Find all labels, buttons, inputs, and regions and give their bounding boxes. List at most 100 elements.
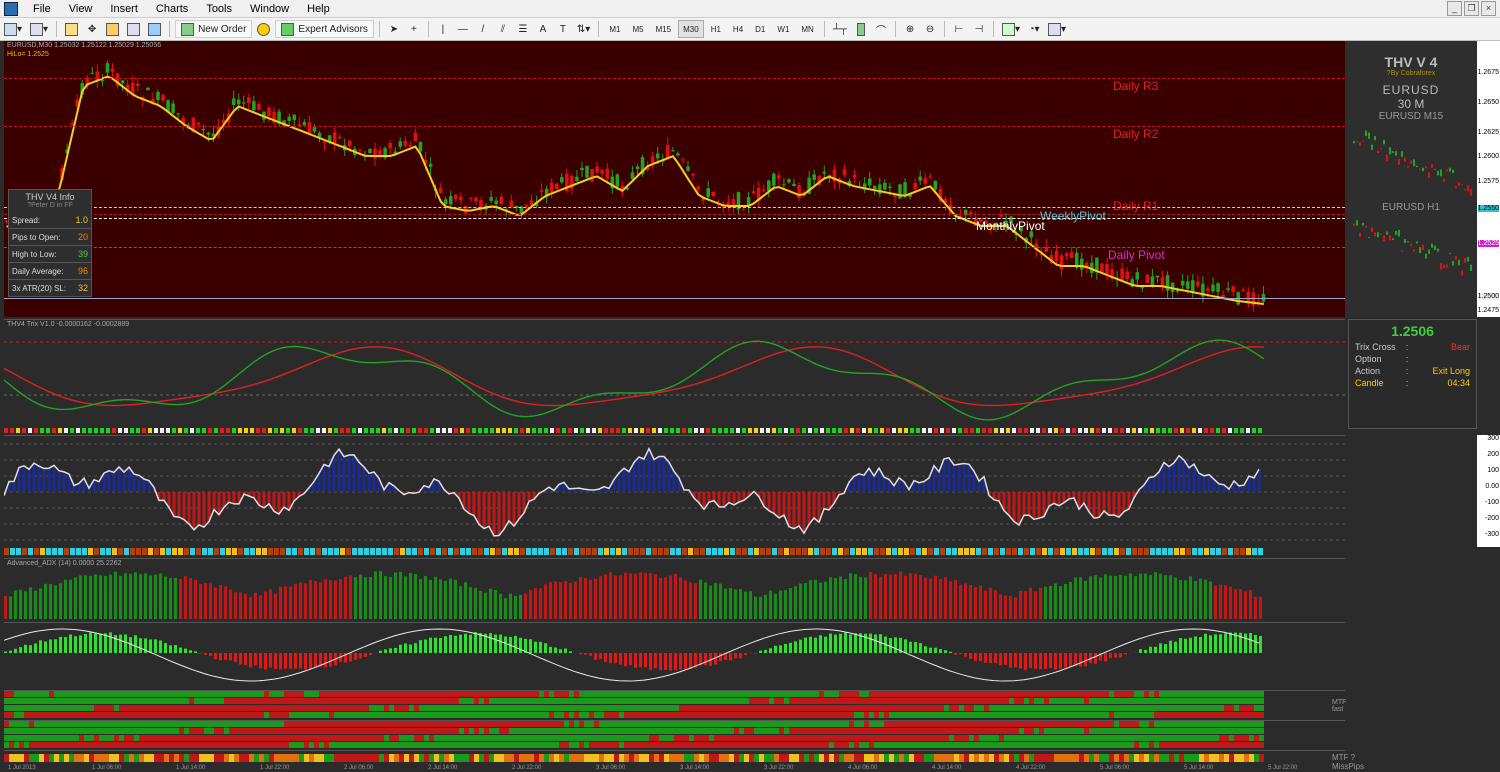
chart-shift-icon[interactable]: ⊣: [970, 20, 988, 38]
new-order-button[interactable]: New Order: [175, 20, 253, 38]
trend-dot: [454, 548, 459, 555]
menu-tools[interactable]: Tools: [197, 3, 241, 15]
profiles-icon[interactable]: ▾: [27, 20, 51, 38]
timeframe-m30[interactable]: M30: [678, 20, 704, 38]
navigator-icon[interactable]: [103, 20, 122, 38]
price-tick: 1.2475: [1477, 307, 1499, 314]
timeframe-w1[interactable]: W1: [772, 20, 794, 38]
horizontal-line-icon[interactable]: —: [454, 20, 472, 38]
menu-charts[interactable]: Charts: [147, 3, 197, 15]
mtf-cell: [1019, 735, 1024, 741]
arrows-icon[interactable]: ⇅▾: [574, 20, 593, 38]
new-order-label: New Order: [198, 23, 247, 35]
mtf-cell: [729, 712, 734, 718]
histogram-pane[interactable]: [4, 622, 1345, 689]
menu-view[interactable]: View: [60, 3, 102, 15]
price-scale[interactable]: 1.2675 1.2650 1.2625 1.2600 1.2575 1.255…: [1477, 41, 1500, 317]
templates-icon[interactable]: ▾: [1045, 20, 1069, 38]
fibonacci-icon[interactable]: ☰: [514, 20, 532, 38]
mtf-cell: [454, 712, 459, 718]
mtf-cell: [619, 742, 624, 748]
periods-icon[interactable]: ◔▾: [1025, 20, 1043, 38]
timeframe-h1[interactable]: H1: [706, 20, 726, 38]
line-chart-icon[interactable]: ⌒: [872, 20, 890, 38]
mtf-cell: [669, 728, 674, 734]
mtf-cell: [789, 698, 794, 704]
histogram-bar: [44, 641, 47, 653]
autoscroll-icon[interactable]: ⊢: [950, 20, 968, 38]
timeframe-mn[interactable]: MN: [796, 20, 818, 38]
mtf-cell: [494, 698, 499, 704]
signal-dot: [166, 428, 170, 433]
mtf-cell: [259, 754, 264, 762]
histogram-bar: [589, 653, 592, 656]
text-label-icon[interactable]: T: [554, 20, 572, 38]
mtf-cell: [79, 728, 84, 734]
mtf-cell: [1194, 721, 1199, 727]
mtf-cell: [214, 691, 219, 697]
mtf-cell: [759, 691, 764, 697]
mtf-cell: [794, 712, 799, 718]
mtf-pane-2[interactable]: [4, 720, 1345, 749]
signal-dot: [148, 428, 152, 433]
trendline-icon[interactable]: /: [474, 20, 492, 38]
mtf-pane-1[interactable]: MTF fast: [4, 690, 1346, 719]
indicators-icon[interactable]: ▾: [999, 20, 1023, 38]
adx-bar: [1099, 577, 1102, 619]
mtf-pane-3[interactable]: MTF ?MissPips: [4, 750, 1364, 771]
adx-bar: [469, 587, 472, 619]
data-window-icon[interactable]: ✥: [83, 20, 101, 38]
timeframe-d1[interactable]: D1: [750, 20, 770, 38]
timeframe-m1[interactable]: M1: [604, 20, 625, 38]
mtf-cell: [1099, 735, 1104, 741]
strategy-tester-icon[interactable]: [145, 20, 164, 38]
adx-pane[interactable]: Advanced_ADX (14) 0.0000 25.2262: [4, 558, 1345, 621]
mtf-cell: [609, 705, 614, 711]
cursor-icon[interactable]: ➤: [385, 20, 403, 38]
menu-help[interactable]: Help: [298, 3, 339, 15]
expert-advisors-button[interactable]: Expert Advisors: [275, 20, 374, 38]
new-chart-icon[interactable]: ▾: [1, 20, 25, 38]
menu-file[interactable]: File: [24, 3, 60, 15]
mtf-cell: [524, 698, 529, 704]
text-icon[interactable]: A: [534, 20, 552, 38]
trix-pane[interactable]: THV4 Trix V1.0 -0.0000162 -0.0002889: [4, 319, 1345, 428]
zoom-out-icon[interactable]: ⊖: [921, 20, 939, 38]
chart-window[interactable]: EURUSD,M30 1.25032 1.25122 1.25029 1.250…: [0, 41, 1500, 772]
vertical-line-icon[interactable]: |: [434, 20, 452, 38]
mtf-cell: [1174, 721, 1179, 727]
close-icon[interactable]: ×: [1481, 1, 1496, 16]
mtf-cell: [1039, 728, 1044, 734]
mtf-cell: [64, 754, 69, 762]
mtf-cell: [844, 742, 849, 748]
mtf-cell: [864, 712, 869, 718]
cci-pane[interactable]: [4, 435, 1345, 548]
market-watch-icon[interactable]: [62, 20, 81, 38]
mtf-cell: [889, 721, 894, 727]
timeframe-m5[interactable]: M5: [627, 20, 648, 38]
mtf-cell: [1044, 728, 1049, 734]
menu-window[interactable]: Window: [241, 3, 298, 15]
candlestick-icon[interactable]: [852, 20, 870, 38]
mtf-cell: [959, 698, 964, 704]
timeframe-h4[interactable]: H4: [728, 20, 748, 38]
menu-insert[interactable]: Insert: [101, 3, 147, 15]
zoom-in-icon[interactable]: ⊕: [901, 20, 919, 38]
trend-dot: [136, 548, 141, 555]
timeframe-m15[interactable]: M15: [651, 20, 677, 38]
restore-icon[interactable]: ❐: [1464, 1, 1479, 16]
mtf-cell: [264, 721, 269, 727]
mtf-cell: [349, 691, 354, 697]
terminal-icon[interactable]: [124, 20, 143, 38]
metaeditor-icon[interactable]: [254, 20, 273, 38]
mtf-cell: [734, 735, 739, 741]
cci-scale[interactable]: 300 200 100 0.00 -100 -200 -300: [1477, 435, 1500, 547]
bar-chart-icon[interactable]: ┴┬: [830, 20, 850, 38]
signal-dot: [670, 428, 674, 433]
minimize-icon[interactable]: _: [1447, 1, 1462, 16]
main-price-pane[interactable]: EURUSD,M30 1.25032 1.25122 1.25029 1.250…: [4, 41, 1345, 317]
mtf-cell: [214, 705, 219, 711]
channel-icon[interactable]: ⫽: [494, 20, 512, 38]
mtf-cell: [1199, 754, 1204, 762]
crosshair-icon[interactable]: +: [405, 20, 423, 38]
